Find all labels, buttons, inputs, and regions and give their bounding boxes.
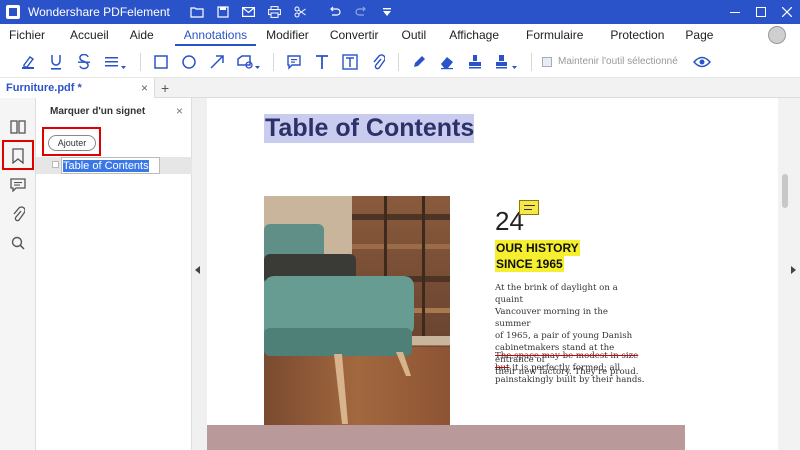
- close-panel-icon[interactable]: ×: [176, 104, 183, 118]
- underline-icon[interactable]: [42, 48, 70, 76]
- expand-toggle-icon[interactable]: [52, 161, 59, 168]
- avatar[interactable]: [768, 26, 786, 44]
- menu-formulaire[interactable]: Formulaire: [508, 24, 592, 46]
- undo-icon[interactable]: [322, 0, 348, 24]
- folder-icon[interactable]: [184, 0, 210, 24]
- app-logo-icon: [6, 5, 20, 19]
- keep-tool-selected-option[interactable]: Maintenir l'outil sélectionné: [542, 56, 678, 67]
- thumbnails-icon[interactable]: [5, 114, 31, 140]
- text-icon[interactable]: [308, 48, 336, 76]
- menu-modifier[interactable]: Modifier: [256, 24, 318, 46]
- history-line-2: SINCE 1965: [495, 256, 564, 272]
- app-title: Wondershare PDFelement: [28, 5, 170, 19]
- close-tab-icon[interactable]: ×: [141, 81, 148, 95]
- vertical-scrollbar[interactable]: [778, 98, 800, 450]
- paragraph-2-rest: it is perfectly formed; all painstakingl…: [495, 363, 645, 385]
- collapse-right-icon[interactable]: [791, 266, 796, 274]
- minimize-icon[interactable]: [722, 0, 748, 24]
- sticky-note-icon[interactable]: [519, 200, 539, 215]
- lines-icon[interactable]: [98, 48, 134, 76]
- history-heading: OUR HISTORY SINCE 1965: [495, 240, 580, 272]
- paragraph-2: The space may be modest in size but it i…: [495, 350, 645, 386]
- menu-annotations[interactable]: Annotations: [174, 24, 257, 46]
- print-icon[interactable]: [262, 0, 288, 24]
- comment-icon[interactable]: [280, 48, 308, 76]
- bookmark-selection-highlight: [2, 140, 34, 170]
- attachments-icon[interactable]: [5, 201, 31, 227]
- document-canvas[interactable]: Table of Contents 24 OUR HISTORY SINCE 1…: [207, 98, 778, 450]
- ellipse-icon[interactable]: [175, 48, 203, 76]
- pencil-icon[interactable]: [405, 48, 433, 76]
- comments-icon[interactable]: [5, 172, 31, 198]
- attachment-icon[interactable]: [364, 48, 392, 76]
- document-tab[interactable]: Furniture.pdf * ×: [0, 77, 155, 98]
- stamp-icon[interactable]: [461, 48, 489, 76]
- mail-icon[interactable]: [236, 0, 262, 24]
- arrow-icon[interactable]: [203, 48, 231, 76]
- add-button-highlight: [42, 127, 101, 156]
- menu-convertir[interactable]: Convertir: [318, 24, 388, 46]
- redo-icon[interactable]: [348, 0, 374, 24]
- menu-outil[interactable]: Outil: [388, 24, 436, 46]
- eraser-icon[interactable]: [433, 48, 461, 76]
- strikethrough-icon[interactable]: [70, 48, 98, 76]
- quick-access-toolbar: [184, 0, 400, 24]
- history-line-1: OUR HISTORY: [495, 240, 580, 256]
- scissors-icon[interactable]: [288, 0, 314, 24]
- document-tab-bar: Furniture.pdf * × +: [0, 77, 800, 98]
- menu-aide[interactable]: Aide: [118, 24, 163, 46]
- toolbar-divider: [140, 52, 141, 71]
- menu-page[interactable]: Page: [673, 24, 722, 46]
- bookmark-panel: Marquer d'un signet × Ajouter Table of C…: [36, 98, 192, 450]
- maximize-icon[interactable]: [748, 0, 774, 24]
- signature-icon[interactable]: [489, 48, 525, 76]
- search-icon[interactable]: [5, 230, 31, 256]
- close-icon[interactable]: [774, 0, 800, 24]
- highlight-icon[interactable]: [14, 48, 42, 76]
- bookmark-name-input[interactable]: Table of Contents: [61, 157, 160, 174]
- collapse-left-icon[interactable]: [195, 266, 200, 274]
- rectangle-icon[interactable]: [147, 48, 175, 76]
- toolbar-divider: [273, 52, 274, 71]
- title-bar: Wondershare PDFelement: [0, 0, 800, 24]
- annotation-toolbar: Maintenir l'outil sélectionné: [0, 46, 800, 78]
- bookmark-name-text: Table of Contents: [63, 159, 149, 172]
- page-heading[interactable]: Table of Contents: [264, 114, 475, 143]
- page-footer-band: [207, 425, 685, 450]
- menu-protection[interactable]: Protection: [592, 24, 673, 46]
- left-sidebar-rail: [0, 98, 36, 450]
- menu-affichage[interactable]: Affichage: [435, 24, 508, 46]
- document-tab-label: Furniture.pdf *: [6, 81, 82, 94]
- panel-splitter[interactable]: [192, 98, 207, 450]
- window-controls: [722, 0, 800, 24]
- menu-fichier[interactable]: Fichier: [0, 24, 54, 46]
- keep-tool-label: Maintenir l'outil sélectionné: [558, 56, 678, 67]
- add-tab-icon[interactable]: +: [161, 80, 169, 96]
- panel-title: Marquer d'un signet: [50, 106, 146, 117]
- sofa-photo: [264, 196, 450, 450]
- eye-icon[interactable]: [688, 48, 716, 76]
- save-icon[interactable]: [210, 0, 236, 24]
- scrollbar-thumb[interactable]: [782, 174, 788, 208]
- toolbar-divider: [531, 52, 532, 71]
- shape-icon[interactable]: [231, 48, 267, 76]
- menu-bar: Fichier Accueil Aide Annotations Modifie…: [0, 24, 800, 46]
- dropdown-icon[interactable]: [374, 0, 400, 24]
- toolbar-divider: [398, 52, 399, 71]
- bookmark-row[interactable]: Table of Contents: [36, 157, 192, 174]
- keep-tool-checkbox[interactable]: [542, 56, 552, 67]
- menu-accueil[interactable]: Accueil: [54, 24, 118, 46]
- textbox-icon[interactable]: [336, 48, 364, 76]
